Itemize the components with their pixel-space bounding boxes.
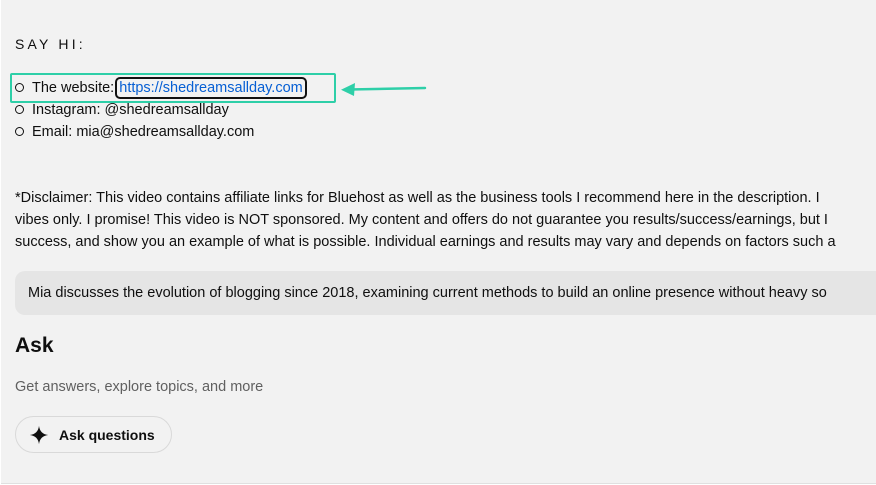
social-links-list: The website: https://shedreamsallday.com…	[15, 77, 307, 143]
disclaimer-line: vibes only. I promise! This video is NOT…	[15, 212, 828, 228]
disclaimer-text: *Disclaimer: This video contains affilia…	[15, 187, 876, 253]
list-item-website: The website: https://shedreamsallday.com	[15, 77, 307, 99]
ask-questions-label: Ask questions	[59, 427, 155, 443]
ai-summary-box: Mia discusses the evolution of blogging …	[15, 271, 876, 315]
summary-text: Mia discusses the evolution of blogging …	[28, 285, 827, 301]
bullet-icon	[15, 82, 24, 92]
email-text: Email: mia@shedreamsallday.com	[32, 124, 255, 140]
ask-section-title: Ask	[15, 334, 54, 357]
arrow-left-icon	[341, 83, 427, 96]
bullet-icon	[15, 126, 24, 136]
list-item-instagram: Instagram: @shedreamsallday	[15, 99, 304, 121]
sparkle-icon	[29, 425, 49, 445]
list-item-email: Email: mia@shedreamsallday.com	[15, 121, 304, 143]
description-panel: SAY HI: The website: https://shedreamsal…	[1, 0, 876, 484]
ask-questions-button[interactable]: Ask questions	[15, 416, 172, 453]
ask-section-subtitle: Get answers, explore topics, and more	[15, 379, 264, 395]
say-hi-heading: SAY HI:	[15, 36, 86, 52]
website-link[interactable]: https://shedreamsallday.com	[115, 77, 307, 99]
disclaimer-line: *Disclaimer: This video contains affilia…	[15, 190, 820, 206]
bullet-icon	[15, 104, 24, 114]
disclaimer-line: success, and show you an example of what…	[15, 234, 836, 250]
website-label: The website:	[32, 80, 119, 96]
instagram-text: Instagram: @shedreamsallday	[32, 102, 229, 118]
